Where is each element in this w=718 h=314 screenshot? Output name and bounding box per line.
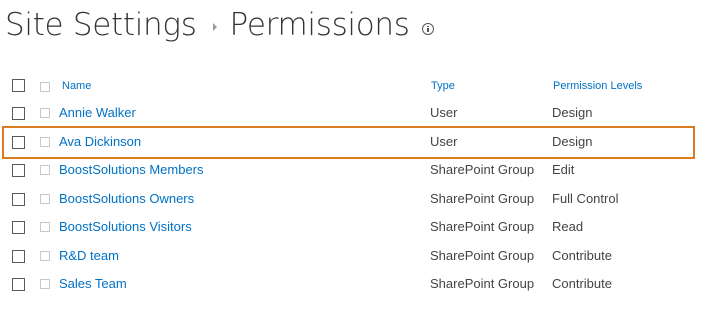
row-type: SharePoint Group	[430, 162, 535, 177]
page-title: Permissions	[229, 7, 410, 43]
row-item-checkbox[interactable]	[40, 165, 50, 175]
table-row[interactable]: Ava Dickinson User Design	[0, 129, 718, 158]
row-select-checkbox[interactable]	[12, 221, 25, 234]
row-name-link[interactable]: BoostSolutions Members	[59, 162, 204, 177]
row-select-checkbox[interactable]	[12, 278, 25, 291]
row-type: User	[430, 105, 458, 120]
info-icon[interactable]	[421, 23, 434, 35]
select-all-item-checkbox[interactable]	[40, 82, 50, 92]
row-item-checkbox[interactable]	[40, 108, 50, 118]
row-type: SharePoint Group	[430, 247, 535, 263]
column-header-name[interactable]: Name	[62, 80, 91, 92]
row-name-link[interactable]: BoostSolutions Owners	[59, 191, 194, 206]
row-permission-level: Full Control	[552, 190, 619, 206]
row-select-checkbox[interactable]	[12, 135, 25, 149]
column-header-permission-levels[interactable]: Permission Levels	[553, 80, 642, 92]
table-header: Name Type Permission Levels	[0, 72, 718, 100]
table-row[interactable]: Annie Walker User Design	[0, 100, 718, 129]
row-item-checkbox[interactable]	[40, 279, 50, 289]
row-permission-level: Read	[552, 219, 584, 234]
row-select-checkbox[interactable]	[12, 192, 25, 206]
row-type: SharePoint Group	[430, 276, 535, 291]
row-permission-level: Design	[552, 105, 593, 120]
row-name-link[interactable]: Ava Dickinson	[59, 134, 141, 149]
permissions-table: Name Type Permission Levels Annie Walker…	[0, 72, 718, 300]
row-permission-level: Design	[552, 133, 593, 149]
row-permission-level: Contribute	[552, 276, 612, 291]
row-item-checkbox[interactable]	[40, 250, 50, 261]
column-header-type[interactable]: Type	[431, 80, 455, 92]
row-permission-level: Edit	[552, 162, 575, 177]
breadcrumb-arrow-icon	[212, 23, 217, 31]
table-row[interactable]: BoostSolutions Visitors SharePoint Group…	[0, 214, 718, 243]
breadcrumb: Site Settings Permissions	[5, 0, 434, 50]
row-name-link[interactable]: R&D team	[59, 248, 119, 263]
permissions-page: Site Settings Permissions Name Type Perm…	[0, 0, 718, 314]
table-row[interactable]: BoostSolutions Members SharePoint Group …	[0, 157, 718, 186]
row-select-checkbox[interactable]	[12, 249, 25, 263]
breadcrumb-site-settings[interactable]: Site Settings	[5, 7, 197, 43]
row-type: SharePoint Group	[430, 219, 535, 234]
row-select-checkbox[interactable]	[12, 107, 25, 120]
row-name-link[interactable]: Sales Team	[59, 276, 127, 291]
select-all-checkbox[interactable]	[12, 79, 25, 92]
row-name-link[interactable]: BoostSolutions Visitors	[59, 219, 192, 234]
row-permission-level: Contribute	[552, 247, 612, 263]
table-row[interactable]: Sales Team SharePoint Group Contribute	[0, 271, 718, 300]
row-item-checkbox[interactable]	[40, 193, 50, 204]
row-select-checkbox[interactable]	[12, 164, 25, 177]
row-type: User	[430, 133, 458, 149]
row-name-link[interactable]: Annie Walker	[59, 105, 136, 120]
row-type: SharePoint Group	[430, 190, 535, 206]
table-row[interactable]: R&D team SharePoint Group Contribute	[0, 243, 718, 272]
row-item-checkbox[interactable]	[40, 136, 50, 147]
table-row[interactable]: BoostSolutions Owners SharePoint Group F…	[0, 186, 718, 215]
row-item-checkbox[interactable]	[40, 222, 50, 232]
